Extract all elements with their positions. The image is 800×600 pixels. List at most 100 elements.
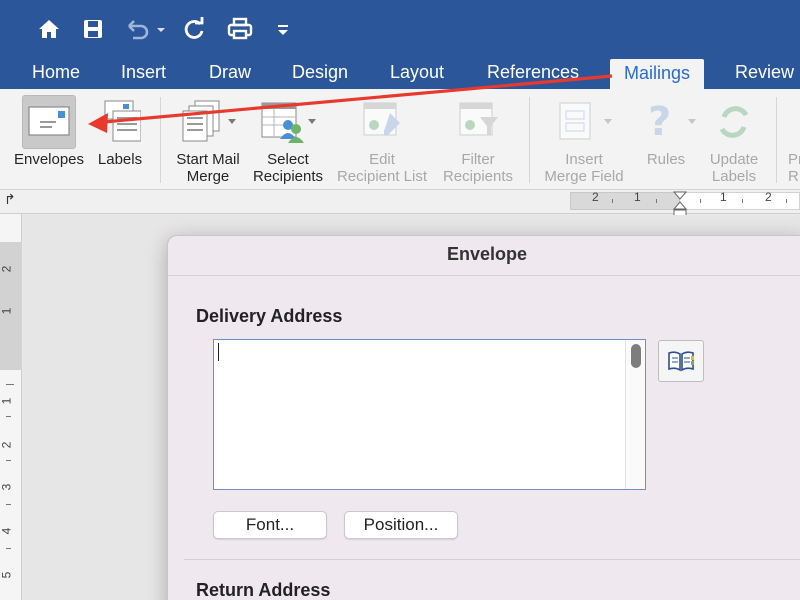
label-line: Recipients [442,168,514,185]
tab-home[interactable]: Home [32,58,80,89]
ruler-number: 2 [0,265,14,273]
label-line: Filter [461,151,495,168]
ruler-number: 1 [634,190,641,204]
scrollbar-thumb[interactable] [631,344,641,368]
ruler-tick [700,199,701,203]
tab-mailings[interactable]: Mailings [610,59,705,90]
vertical-ruler-margin [0,242,22,370]
address-book-icon [668,351,694,372]
label-line: Start Mail [176,151,240,168]
font-button[interactable]: Font... [213,511,327,539]
tab-review[interactable]: Review [735,58,794,89]
ruler-number: 1 [0,397,14,405]
ruler-tick [612,199,613,203]
ruler-number: 2 [592,190,599,204]
labels-label: Labels [97,151,143,168]
ruler-tick [6,548,11,549]
redo-icon[interactable] [178,14,210,44]
filter-recipients-label: Filter Recipients [436,151,520,185]
vertical-ruler[interactable]: 2 1 1 2 3 4 5 [0,214,22,600]
edit-recipient-list-button[interactable]: Edit Recipient List [332,89,432,189]
label-line: Labels [711,168,757,185]
ruler-number: 2 [765,190,772,204]
insert-merge-field-label: Insert Merge Field [534,151,634,185]
ruler-tick [6,504,11,505]
chevron-down-icon [228,119,236,124]
chevron-down-icon [308,119,316,124]
labels-button[interactable]: Labels [92,89,148,189]
ruler-number: 1 [720,190,727,204]
preview-results-label: Pr R [788,151,800,185]
ruler-tick [786,199,787,203]
select-recipients-button[interactable]: Select Recipients [248,89,328,189]
ruler-tick [6,460,11,461]
address-book-button[interactable] [658,340,704,382]
tab-layout[interactable]: Layout [390,58,444,89]
save-icon[interactable] [78,14,108,44]
delivery-address-input[interactable] [213,339,646,490]
tab-insert[interactable]: Insert [121,58,166,89]
horizontal-ruler[interactable]: ↱ 2 1 1 2 [0,190,800,219]
rules-label: Rules [646,151,686,168]
ruler-number: 4 [0,527,14,535]
filter-icon [459,102,498,136]
label-line: Edit [369,151,395,168]
delivery-address-scrollbar[interactable] [625,340,645,489]
update-icon [719,106,749,138]
ruler-margin [570,192,680,210]
ruler-number: 3 [0,483,14,491]
edit-recipient-list-label: Edit Recipient List [332,151,432,185]
update-labels-label: Update Labels [702,151,766,185]
print-icon[interactable] [224,14,256,44]
recipients-icon [261,102,304,143]
title-bar [0,0,800,58]
ruler-tick [6,416,11,417]
tab-stop-selector-icon[interactable]: ↱ [4,191,16,208]
ruler-number: 5 [0,571,14,579]
ruler-number: 2 [0,441,14,449]
home-icon[interactable] [34,14,64,44]
preview-results-button[interactable]: Pr R [780,89,800,189]
rules-button[interactable]: ? Rules [638,89,696,189]
ruler-tick [6,384,14,385]
ruler-tick [656,199,657,203]
label-line: Recipients [252,168,324,185]
envelope-icon [28,106,70,136]
start-mail-merge-label: Start Mail Merge [166,151,250,185]
delivery-address-heading: Delivery Address [196,306,343,326]
ruler-tick [742,199,743,203]
rules-icon: ? [648,99,671,143]
edit-list-icon [363,102,400,136]
tab-draw[interactable]: Draw [209,58,251,89]
chevron-down-icon [604,119,612,124]
ribbon-separator [160,97,161,183]
tab-design[interactable]: Design [292,58,348,89]
ribbon-mailings: Envelopes Labels Start Mail Merge Select… [0,89,800,190]
svg-text:?: ? [648,99,671,143]
select-recipients-label: Select Recipients [248,151,328,185]
start-mail-merge-button[interactable]: Start Mail Merge [166,89,250,189]
envelope-dialog: Envelope Delivery Address Font... Positi… [167,235,800,600]
return-address-heading: Return Address [196,580,331,600]
ribbon-separator [529,97,530,183]
customize-icon[interactable] [272,14,294,44]
envelopes-button[interactable]: Envelopes [0,89,98,189]
undo-icon[interactable] [122,14,168,44]
merge-field-icon [559,102,591,140]
label-line: Select [267,151,309,168]
ribbon-tabs: Home Insert Draw Design Layout Reference… [0,58,800,90]
label-line: Insert [565,151,603,168]
insert-merge-field-button[interactable]: Insert Merge Field [534,89,634,189]
update-labels-button[interactable]: Update Labels [702,89,766,189]
position-button[interactable]: Position... [344,511,458,539]
section-divider [184,559,800,560]
text-caret [218,343,219,361]
ruler-number: 1 [0,307,14,315]
envelopes-label: Envelopes [13,151,85,168]
labels-icon [104,100,141,142]
chevron-down-icon [688,119,696,124]
filter-recipients-button[interactable]: Filter Recipients [436,89,520,189]
label-line: Merge Field [544,168,624,185]
label-line: Merge [186,168,230,185]
tab-references[interactable]: References [487,58,579,89]
